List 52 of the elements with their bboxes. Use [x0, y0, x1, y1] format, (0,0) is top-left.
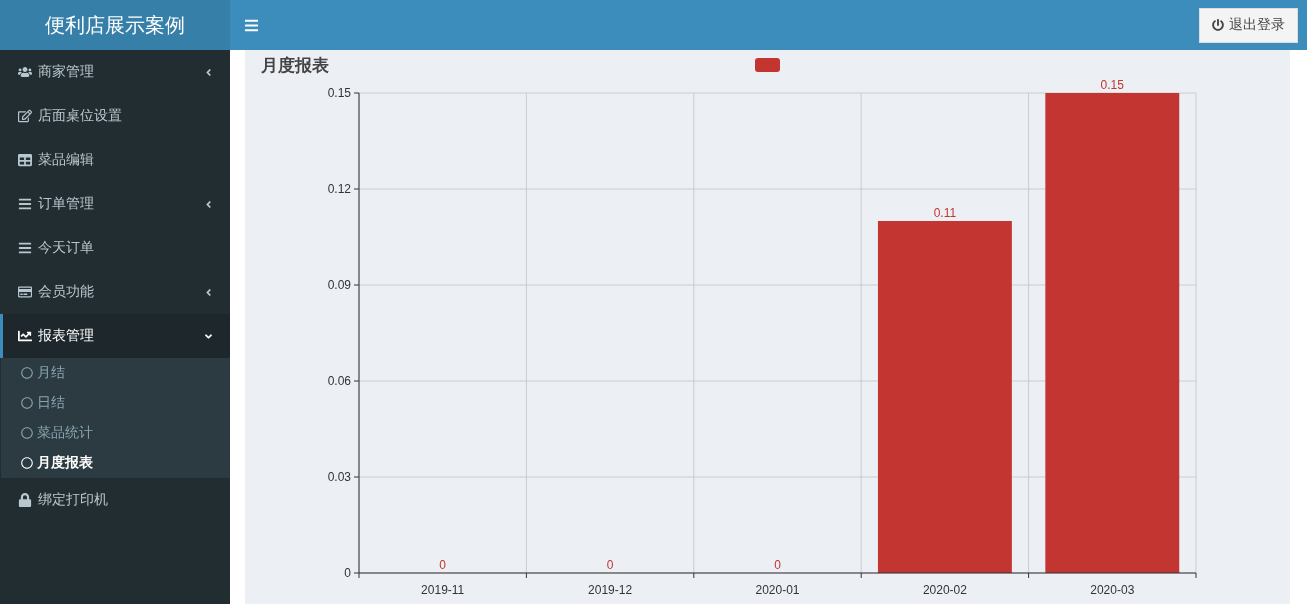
y-tick-label: 0.15: [327, 86, 351, 100]
x-tick-label: 2020-01: [755, 583, 800, 597]
panel-title: 月度报表: [261, 54, 329, 77]
logout-button[interactable]: 退出登录: [1199, 7, 1298, 43]
sidebar-item[interactable]: 菜品编辑: [0, 138, 230, 182]
users-icon: [18, 65, 32, 79]
x-tick-label: 2020-02: [922, 583, 967, 597]
power-icon: [1212, 19, 1224, 31]
x-tick-label: 2020-03: [1090, 583, 1135, 597]
sidebar-item-label: 今天订单: [38, 239, 94, 257]
sidebar-item[interactable]: 今天订单: [0, 226, 230, 270]
sidebar-item-label: 订单管理: [38, 195, 94, 213]
lock-icon: [18, 493, 32, 507]
y-tick-label: 0.09: [327, 278, 351, 292]
brand-title: 便利店展示案例: [0, 0, 230, 50]
sidebar-item-label: 绑定打印机: [38, 491, 108, 509]
credit-card-icon: [18, 285, 32, 299]
y-tick-label: 0.12: [327, 182, 351, 196]
value-label: 0: [606, 558, 614, 572]
y-tick-label: 0: [344, 566, 351, 580]
sidebar-item-label: 报表管理: [38, 327, 94, 345]
value-label: 0: [774, 558, 781, 572]
submenu-item-label: 日结: [37, 394, 65, 412]
list-icon: [18, 241, 32, 255]
submenu-item[interactable]: 菜品统计: [1, 418, 230, 448]
grid-icon: [18, 153, 32, 167]
submenu-item-label: 月度报表: [37, 454, 93, 472]
sidebar-item[interactable]: 订单管理: [0, 182, 230, 226]
submenu-item[interactable]: 月结: [1, 358, 230, 388]
menu-toggle-button[interactable]: [244, 17, 259, 33]
y-tick-label: 0.06: [327, 374, 351, 388]
value-label: 0.11: [933, 206, 957, 220]
submenu-item[interactable]: 月度报表: [1, 448, 230, 478]
sidebar-item-label: 菜品编辑: [38, 151, 94, 169]
sidebar-item-label: 店面桌位设置: [38, 107, 122, 125]
sidebar-item[interactable]: 绑定打印机: [0, 478, 230, 522]
sidebar-item[interactable]: 报表管理: [0, 314, 230, 358]
value-label: 0.15: [1100, 80, 1124, 92]
sidebar-item[interactable]: 店面桌位设置: [0, 94, 230, 138]
sidebar-item-label: 商家管理: [38, 63, 94, 81]
x-tick-label: 2019-11: [421, 583, 465, 597]
x-tick-label: 2019-12: [588, 583, 633, 597]
line-chart-icon: [18, 329, 32, 343]
sidebar-item[interactable]: 商家管理: [0, 50, 230, 94]
sidebar-item[interactable]: 会员功能: [0, 270, 230, 314]
sidebar-item-label: 会员功能: [38, 283, 94, 301]
value-label: 0: [439, 558, 447, 572]
submenu-item-label: 菜品统计: [37, 424, 93, 442]
y-tick-label: 0.03: [327, 470, 351, 484]
submenu-item-label: 月结: [37, 364, 65, 382]
list-icon: [18, 197, 32, 211]
submenu-item[interactable]: 日结: [1, 388, 230, 418]
